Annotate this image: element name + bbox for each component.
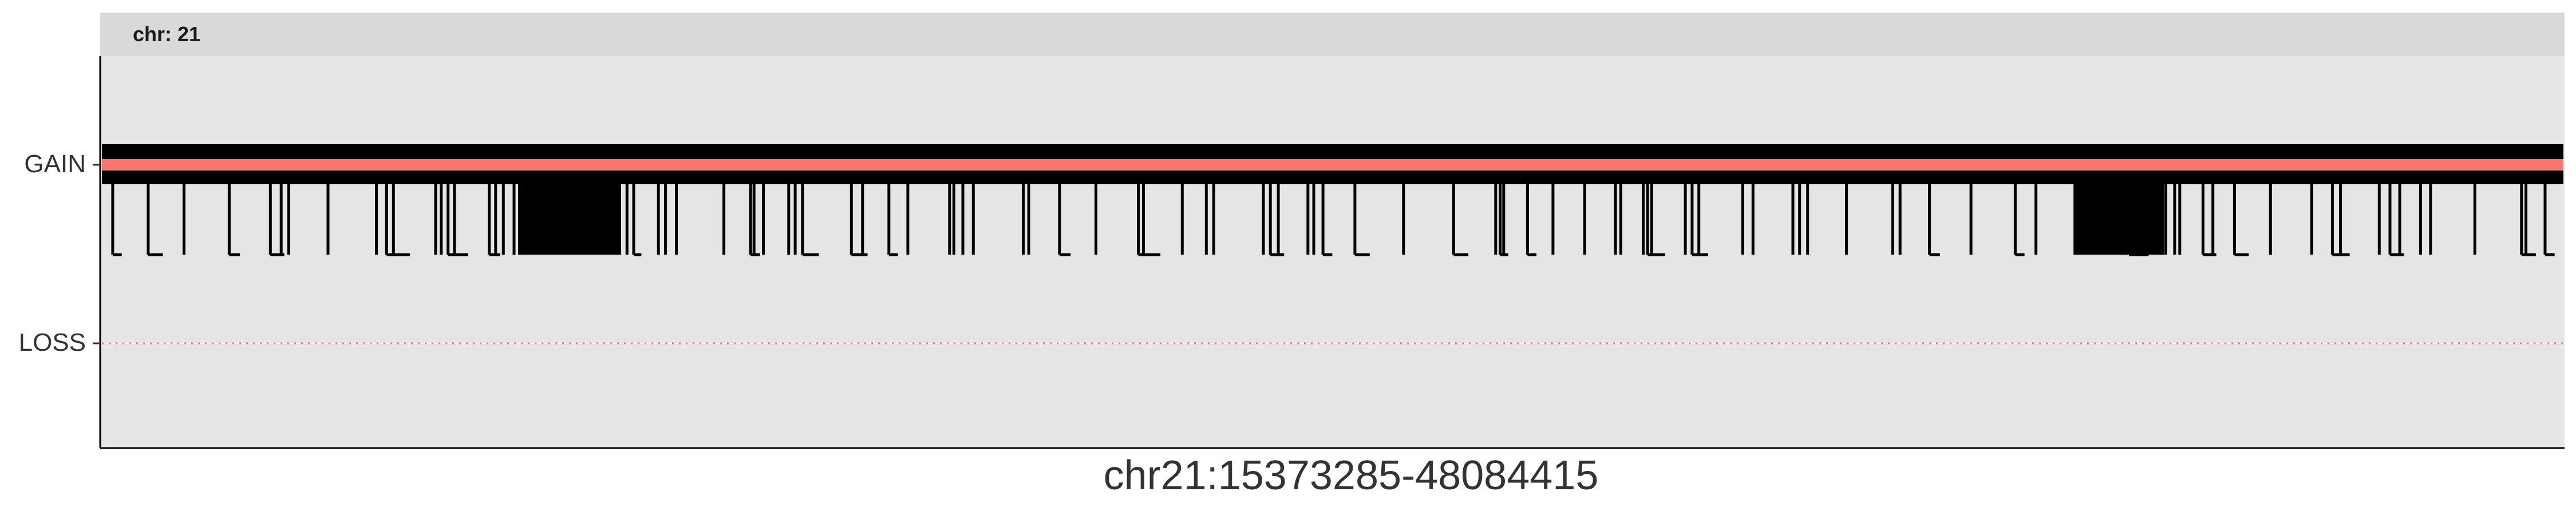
facet-strip [100,13,2565,56]
y-tick-label-gain: GAIN [24,150,86,178]
y-tick-label-loss: LOSS [19,328,86,356]
step-dense-block-1 [2075,184,2164,255]
copy-number-plot: chr: 21 GAIN LOSS chr21:15373285-4808441… [0,0,2576,515]
x-axis-title: chr21:15373285-48084415 [1104,453,1599,498]
plot-panel [100,56,2565,448]
facet-strip-label: chr: 21 [133,22,200,46]
